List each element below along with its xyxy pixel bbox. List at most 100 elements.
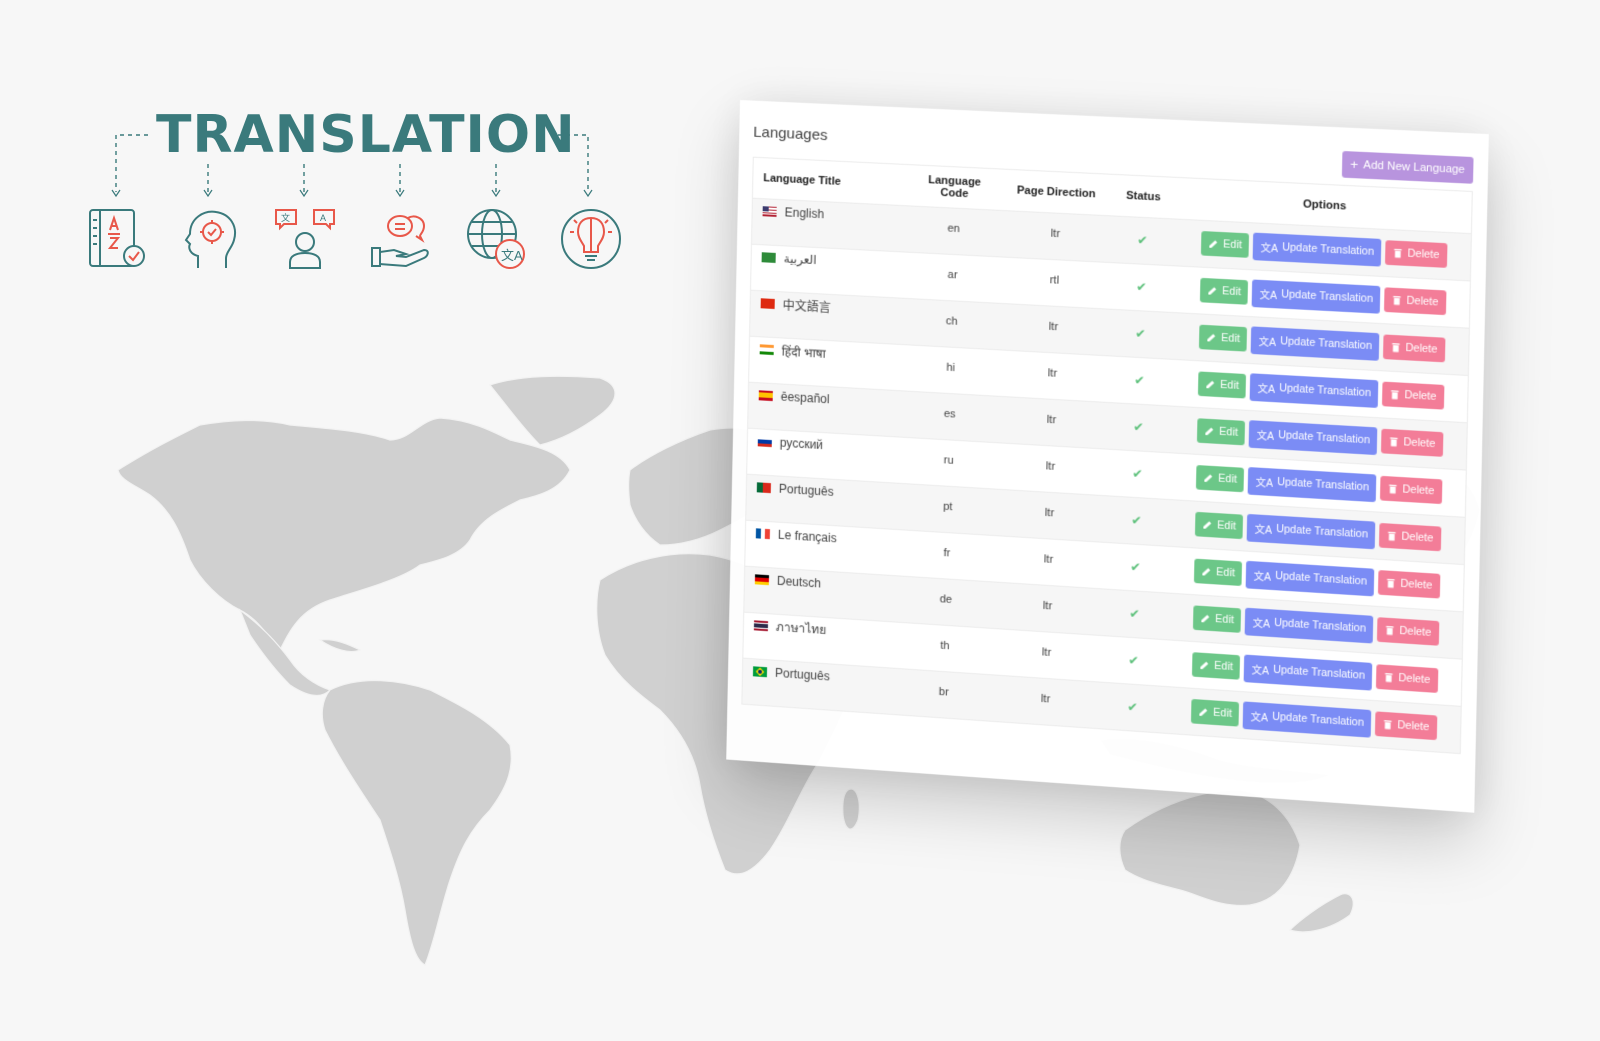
edit-button[interactable]: Edit (1193, 605, 1242, 633)
language-code-cell: th (893, 621, 997, 675)
column-status[interactable]: Status (1107, 175, 1180, 219)
column-language-code[interactable]: Language Code (903, 165, 1005, 210)
delete-button[interactable]: Delete (1378, 570, 1440, 599)
language-code-cell: de (894, 575, 997, 629)
edit-button[interactable]: Edit (1196, 465, 1245, 493)
delete-button[interactable]: Delete (1380, 475, 1443, 505)
panel-title: Languages (753, 123, 828, 144)
update-translation-button[interactable]: 文A Update Translation (1244, 654, 1373, 691)
translate-icon: 文A (1251, 664, 1270, 678)
edit-button[interactable]: Edit (1198, 371, 1247, 399)
delete-label: Delete (1401, 530, 1434, 545)
translate-icon: 文A (1257, 383, 1276, 396)
flag-es-icon (758, 390, 773, 402)
edit-button[interactable]: Edit (1194, 558, 1243, 587)
translate-icon: 文A (1254, 524, 1273, 537)
status-cell: ✔ (1096, 681, 1170, 733)
flag-br-icon (752, 666, 768, 678)
pencil-icon (1209, 240, 1218, 249)
language-title: हिंदी भाषा (781, 343, 826, 361)
edit-button[interactable]: Edit (1192, 652, 1241, 680)
delete-label: Delete (1405, 341, 1438, 356)
trash-icon (1389, 484, 1397, 494)
translate-icon: 文A (1259, 289, 1278, 302)
status-check-icon: ✔ (1133, 419, 1144, 435)
status-cell: ✔ (1103, 355, 1176, 406)
delete-button[interactable]: Delete (1384, 287, 1447, 316)
flag-in-icon (759, 344, 774, 356)
column-page-direction[interactable]: Page Direction (1005, 170, 1108, 215)
translation-hero: TRANSLATION 文 A 文A (80, 104, 640, 284)
globe-translate-icon: 文A (462, 204, 532, 274)
status-cell: ✔ (1105, 215, 1179, 266)
lightbulb-brain-icon (556, 204, 626, 274)
add-new-language-label: Add New Language (1363, 159, 1465, 177)
edit-label: Edit (1214, 659, 1234, 674)
pencil-icon (1201, 614, 1210, 623)
add-new-language-button[interactable]: + Add New Language (1341, 150, 1474, 184)
delete-button[interactable]: Delete (1379, 522, 1441, 552)
translate-icon: 文A (1260, 242, 1279, 255)
status-check-icon: ✔ (1129, 606, 1140, 622)
update-translation-label: Update Translation (1272, 663, 1366, 682)
update-translation-button[interactable]: 文A Update Translation (1243, 701, 1372, 738)
update-translation-label: Update Translation (1271, 710, 1365, 730)
map-greenland (488, 375, 616, 446)
edit-button[interactable]: Edit (1195, 511, 1244, 540)
update-translation-label: Update Translation (1275, 522, 1369, 541)
language-title-cell: العربية (751, 243, 903, 298)
status-check-icon: ✔ (1136, 279, 1147, 295)
delete-button[interactable]: Delete (1385, 240, 1448, 268)
pencil-icon (1202, 567, 1211, 576)
update-translation-button[interactable]: 文A Update Translation (1247, 513, 1376, 549)
page-direction-cell: ltr (996, 581, 1100, 635)
language-code-cell: br (892, 667, 996, 721)
delete-button[interactable]: Delete (1377, 617, 1439, 646)
delete-button[interactable]: Delete (1382, 381, 1445, 410)
edit-button[interactable]: Edit (1197, 418, 1246, 446)
language-code: es (943, 407, 956, 421)
trash-icon (1391, 390, 1399, 400)
edit-button[interactable]: Edit (1191, 699, 1240, 727)
update-translation-button[interactable]: 文A Update Translation (1249, 419, 1378, 455)
language-code: hi (946, 361, 956, 375)
language-code: ch (945, 315, 958, 328)
update-translation-button[interactable]: 文A Update Translation (1246, 560, 1375, 596)
page-direction-cell: ltr (1001, 303, 1105, 356)
status-check-icon: ✔ (1137, 232, 1148, 248)
edit-label: Edit (1223, 238, 1243, 252)
edit-label: Edit (1219, 425, 1239, 439)
update-translation-button[interactable]: 文A Update Translation (1252, 278, 1381, 314)
flag-ru-icon (757, 436, 772, 448)
languages-panel: Languages + Add New Language Language Ti… (726, 100, 1489, 813)
page-direction: ltr (1044, 506, 1055, 520)
translate-icon: 文A (1256, 430, 1275, 443)
page-direction: rtl (1049, 274, 1060, 287)
hero-icon-row: 文 A 文A (80, 204, 640, 284)
language-title-cell: Português (742, 657, 894, 714)
update-translation-button[interactable]: 文A Update Translation (1245, 607, 1374, 644)
delete-label: Delete (1400, 577, 1433, 592)
update-translation-button[interactable]: 文A Update Translation (1248, 466, 1377, 502)
delete-label: Delete (1399, 624, 1432, 640)
status-check-icon: ✔ (1130, 559, 1141, 575)
language-code: en (947, 222, 960, 236)
status-cell: ✔ (1104, 308, 1177, 360)
edit-button[interactable]: Edit (1201, 231, 1250, 258)
svg-text:A: A (320, 213, 326, 223)
languages-table-container: Language Title Language Code Page Direct… (741, 156, 1473, 755)
delete-button[interactable]: Delete (1383, 334, 1446, 363)
edit-button[interactable]: Edit (1200, 277, 1249, 305)
delete-button[interactable]: Delete (1376, 664, 1438, 693)
delete-button[interactable]: Delete (1375, 711, 1437, 741)
status-cell: ✔ (1104, 261, 1178, 313)
update-translation-button[interactable]: 文A Update Translation (1253, 232, 1382, 267)
translate-icon: 文A (1250, 711, 1269, 725)
update-translation-button[interactable]: 文A Update Translation (1251, 325, 1380, 361)
page-direction: ltr (1040, 693, 1051, 706)
update-translation-button[interactable]: 文A Update Translation (1250, 372, 1379, 408)
edit-button[interactable]: Edit (1199, 324, 1248, 352)
delete-button[interactable]: Delete (1381, 428, 1444, 457)
language-code-cell: ch (900, 297, 1003, 350)
head-gear-icon (176, 204, 246, 274)
